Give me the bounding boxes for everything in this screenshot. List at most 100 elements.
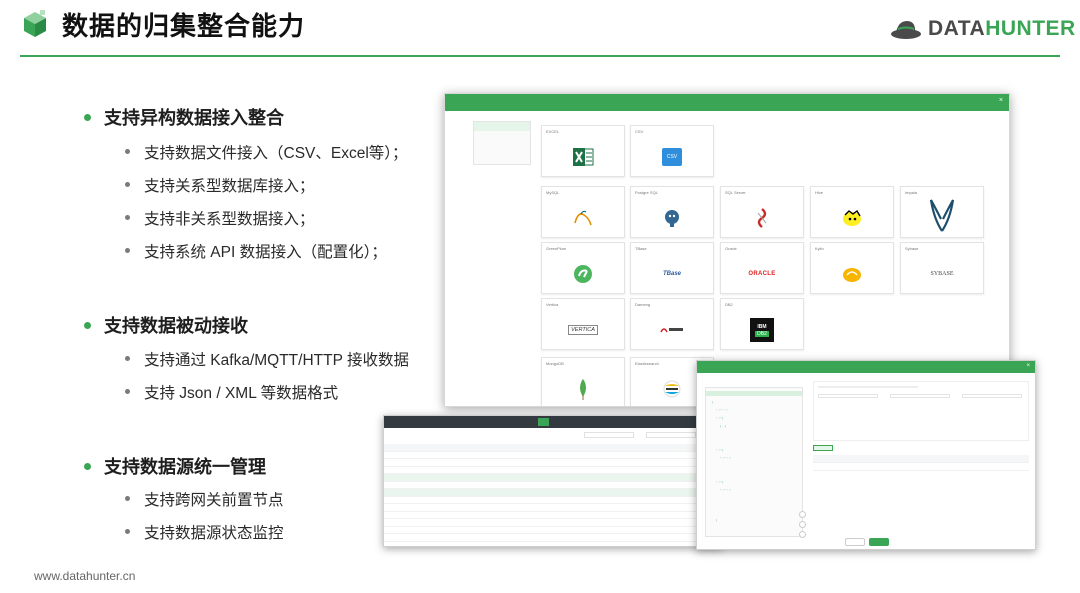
bullet-icon: [125, 215, 130, 221]
bullet-icon: [84, 462, 91, 470]
db2-icon: IBM DB2: [750, 318, 774, 342]
section-heading-heterogeneous: 支持异构数据接入整合: [84, 104, 284, 130]
filter-input: [584, 432, 634, 438]
code-line: { ... }: [720, 424, 727, 428]
preview-grid: [813, 455, 1029, 471]
bullet-icon: [125, 356, 130, 362]
hat-icon: [891, 21, 921, 39]
tile-vertica: Vertica VERTICA: [541, 298, 625, 350]
csv-icon: CSV: [662, 148, 682, 166]
tile-mongodb: MongoDB: [541, 357, 625, 406]
form-field: [818, 394, 878, 398]
data-preview-screenshot: × { "...": "...", "...": [ { ... } "..."…: [696, 360, 1036, 550]
tile-hive: Hive: [810, 186, 894, 238]
grid-row: [813, 463, 1029, 471]
list-item: 支持数据文件接入（CSV、Excel等）；: [125, 141, 408, 163]
sidebar-item: [474, 122, 530, 131]
sidebar-item: [474, 140, 530, 149]
table-row: [384, 452, 722, 459]
greenplum-icon: [574, 265, 592, 283]
logo-text-data: DATA: [928, 17, 986, 40]
nav-item: [557, 418, 568, 426]
bullet-icon: [125, 182, 130, 188]
tile-oracle: Oracle ORACLE: [720, 242, 804, 294]
list-item: 支持关系型数据库接入；: [125, 174, 315, 196]
nav-item-active: [538, 418, 549, 426]
code-line: {: [712, 400, 714, 404]
list-item: 支持系统 API 数据接入（配置化）；: [125, 240, 387, 262]
section-heading-passive-receive: 支持数据被动接收: [84, 312, 248, 338]
dialog-title-bar: ×: [697, 361, 1035, 373]
oracle-icon: ORACLE: [748, 271, 776, 277]
nav-item: [519, 418, 530, 426]
scroll-button: [799, 531, 806, 538]
cancel-button: [845, 538, 865, 546]
scroll-button: [799, 521, 806, 528]
tile-impala: Impala: [900, 186, 984, 238]
cube-logo-icon: [24, 10, 46, 37]
code-line: "...": {: [716, 448, 724, 452]
bullet-icon: [125, 496, 130, 502]
dameng-icon: [660, 328, 683, 333]
nav-item: [576, 418, 587, 426]
table-row: [384, 504, 722, 512]
list-item: 支持 Json / XML 等数据格式: [125, 381, 338, 403]
logo-text-hunter: HUNTER: [985, 17, 1076, 40]
config-form: [813, 381, 1029, 441]
table-row: [384, 467, 722, 474]
table-row: [384, 497, 722, 504]
tile-dameng: Dameng: [630, 298, 714, 350]
datasource-table: [384, 444, 722, 542]
bullet-icon: [125, 149, 130, 155]
scroll-button: [799, 511, 806, 518]
table-row: [384, 489, 722, 497]
close-icon: ×: [1026, 363, 1030, 369]
tile-mysql: MySQL: [541, 186, 625, 238]
bullet-icon: [125, 529, 130, 535]
nav-item: [500, 418, 511, 426]
search-input: [646, 432, 696, 438]
tile-sqlserver: SQL Server: [720, 186, 804, 238]
tile-sybase: Sybase SYBASE: [900, 242, 984, 294]
footer-url: www.datahunter.cn: [34, 569, 136, 583]
page-title: 数据的归集整合能力: [62, 11, 306, 41]
form-field: [818, 386, 918, 388]
bullet-icon: [84, 113, 91, 121]
code-line: "...": "...": [720, 488, 731, 492]
code-line: "...": [: [716, 416, 724, 420]
code-line: "...": "...",: [716, 408, 728, 412]
mysql-icon: [574, 210, 592, 226]
form-field: [962, 394, 1022, 398]
confirm-button: [869, 538, 889, 546]
close-icon: ×: [998, 97, 1003, 104]
table-row: [384, 519, 722, 527]
sidebar-item: [474, 149, 530, 158]
code-line: }: [716, 518, 718, 522]
top-nav: [384, 416, 722, 428]
list-item: 支持跨网关前置节点: [125, 488, 284, 510]
postgresql-icon: [665, 210, 679, 227]
datasource-list-screenshot: [383, 415, 723, 547]
tile-kylin: Kylin: [810, 242, 894, 294]
list-item: 支持通过 Kafka/MQTT/HTTP 接收数据: [125, 348, 409, 370]
grid-header: [813, 455, 1029, 463]
category-sidebar: [473, 121, 531, 165]
bullet-icon: [125, 389, 130, 395]
table-row: [384, 534, 722, 542]
table-header: [384, 444, 722, 452]
table-row: [384, 527, 722, 534]
form-field: [890, 394, 950, 398]
field-tag: [813, 445, 833, 451]
excel-icon: [573, 148, 594, 166]
tile-postgresql: Postgre SQL: [630, 186, 714, 238]
table-row: [384, 512, 722, 519]
sqlserver-icon: [757, 208, 767, 228]
list-item: 支持数据源状态监控: [125, 521, 284, 543]
list-item: 支持非关系型数据接入；: [125, 207, 315, 229]
nav-item: [595, 418, 606, 426]
sidebar-item: [474, 158, 530, 167]
code-line: "...": {: [716, 480, 724, 484]
bullet-icon: [125, 248, 130, 254]
table-row: [384, 459, 722, 467]
sidebar-item: [474, 131, 530, 140]
